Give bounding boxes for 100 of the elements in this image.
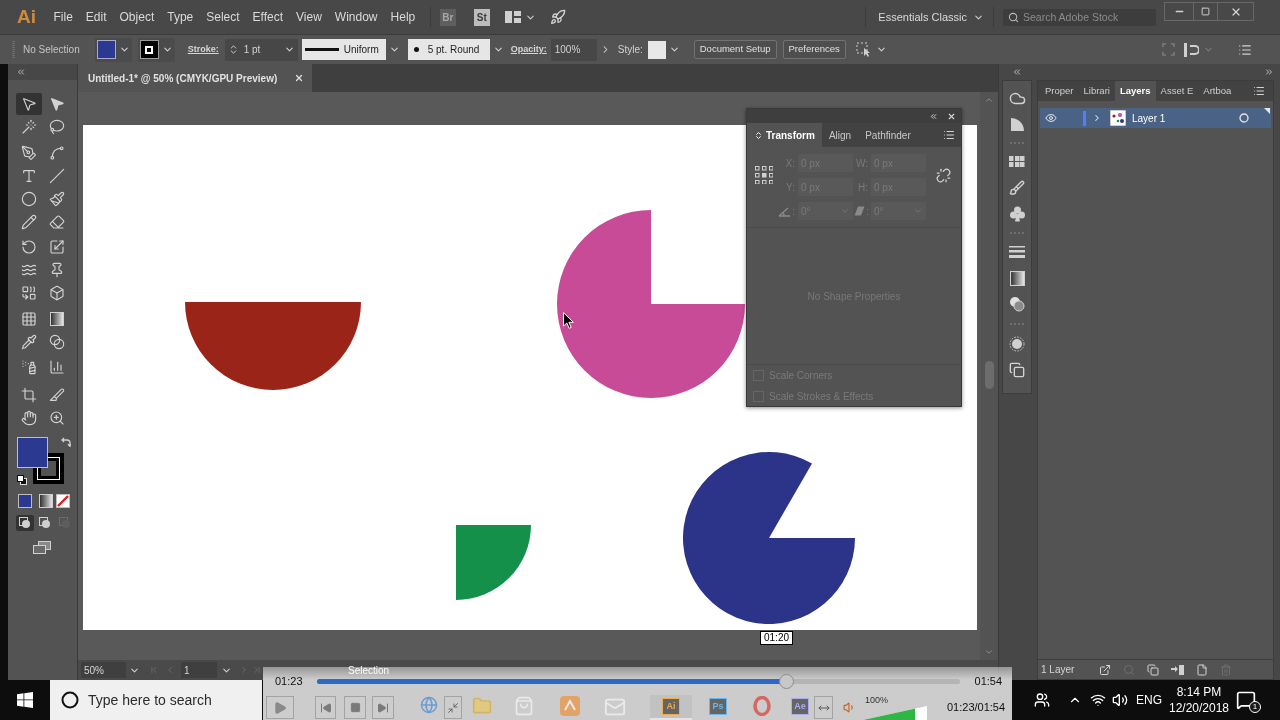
- wifi-icon[interactable]: [1090, 692, 1106, 708]
- chevron-down-icon[interactable]: [118, 44, 130, 55]
- panel-tab[interactable]: Asset E: [1155, 81, 1199, 101]
- panel-tab[interactable]: Librari: [1078, 81, 1115, 101]
- workspace-layout-icon[interactable]: [504, 11, 521, 23]
- close-button[interactable]: [1218, 2, 1254, 21]
- panel-tab[interactable]: Pathfinder: [858, 123, 918, 147]
- quarter-shape-icon[interactable]: [1009, 116, 1025, 132]
- artboard-field[interactable]: 1: [181, 662, 217, 678]
- double-chevron-left-icon[interactable]: [1012, 67, 1022, 77]
- club-icon[interactable]: [1009, 206, 1025, 222]
- stroke-dropdown[interactable]: [137, 37, 175, 62]
- panel-tab[interactable]: Layers: [1114, 81, 1156, 101]
- stacked-squares-icon[interactable]: [1147, 663, 1160, 676]
- toolbar-button[interactable]: Preferences: [782, 40, 846, 59]
- brush-dropdown[interactable]: 5 pt. Round: [407, 39, 490, 60]
- overlapping-circles-icon[interactable]: [1009, 296, 1025, 312]
- stop-button[interactable]: [344, 696, 366, 719]
- swatch-grid-icon[interactable]: [1009, 156, 1025, 168]
- no-color-button[interactable]: [56, 494, 70, 508]
- speaker-icon[interactable]: [843, 701, 856, 714]
- bar-bracket-icon[interactable]: [1184, 42, 1199, 57]
- panel-tab[interactable]: Transform: [747, 123, 822, 147]
- cursor-icon: [563, 312, 574, 329]
- app-switch-button[interactable]: St: [473, 8, 490, 26]
- brush-icon[interactable]: [1009, 180, 1025, 196]
- opacity-link[interactable]: Opacity:: [510, 42, 547, 57]
- fill-dropdown[interactable]: [94, 37, 132, 62]
- double-chevron-left-icon[interactable]: [16, 67, 26, 77]
- panel-menu-icon[interactable]: [1253, 85, 1265, 97]
- menu-item[interactable]: Object: [113, 6, 161, 28]
- zoom-field[interactable]: 50%: [81, 662, 126, 678]
- previous-button[interactable]: [315, 696, 336, 719]
- next-button[interactable]: [372, 696, 394, 719]
- gradient-mode-button[interactable]: [39, 494, 53, 508]
- scrollbar-thumb[interactable]: [984, 361, 994, 389]
- app-tile-icon[interactable]: [560, 696, 580, 716]
- arrow-page-icon[interactable]: [1171, 663, 1185, 676]
- style-swatch-icon[interactable]: [647, 40, 666, 59]
- broken-link-icon[interactable]: [936, 167, 951, 183]
- menu-item[interactable]: Help: [384, 6, 422, 28]
- box-arrow-icon[interactable]: [1099, 663, 1112, 676]
- page-icon[interactable]: [1196, 663, 1209, 676]
- gradient-square-icon[interactable]: [1009, 270, 1025, 286]
- dotted-circle-icon[interactable]: [1009, 336, 1025, 352]
- swap-arrow-icon[interactable]: [61, 437, 71, 447]
- menu-item[interactable]: Window: [328, 6, 385, 28]
- stacked-squares-icon[interactable]: [1009, 362, 1025, 378]
- chevron-down-icon[interactable]: [388, 44, 400, 55]
- menu-item[interactable]: Effect: [246, 6, 290, 28]
- toolbar-button[interactable]: Document Setup: [693, 40, 777, 59]
- tool-button[interactable]: [16, 92, 42, 115]
- menu-item[interactable]: Select: [199, 6, 247, 28]
- maximize-button[interactable]: [1194, 2, 1218, 21]
- reference-point-icon[interactable]: [755, 166, 773, 184]
- volume-icon[interactable]: [1112, 692, 1128, 708]
- chevron-down-icon[interactable]: [668, 44, 680, 55]
- small-ring-icon[interactable]: [1239, 113, 1249, 123]
- taskbar-search-field[interactable]: Type here to search: [50, 680, 262, 720]
- menu-item[interactable]: Edit: [79, 6, 114, 28]
- document-tab[interactable]: Untitled-1* @ 50% (CMYK/GPU Preview): [78, 64, 312, 92]
- workspace-switcher[interactable]: Essentials Classic: [878, 8, 984, 26]
- chevron-down-icon[interactable]: [492, 44, 504, 55]
- rocket-icon[interactable]: [549, 9, 566, 25]
- chevron-down-icon[interactable]: [283, 44, 295, 55]
- double-chevron-left-icon[interactable]: [929, 111, 938, 121]
- fill-swatch[interactable]: [17, 437, 48, 468]
- stroke-lines-icon[interactable]: [1009, 246, 1025, 258]
- stroke-profile-dropdown[interactable]: Uniform: [301, 39, 386, 60]
- close-icon[interactable]: [947, 111, 956, 121]
- stock-search-field[interactable]: Search Adobe Stock: [1003, 8, 1156, 26]
- layer-row[interactable]: Layer 1: [1040, 108, 1271, 128]
- eye-icon[interactable]: [1045, 112, 1057, 124]
- people-icon[interactable]: [1034, 692, 1050, 708]
- close-icon[interactable]: [294, 73, 304, 83]
- panel-tab[interactable]: Proper: [1040, 81, 1079, 101]
- list-menu-icon[interactable]: [1238, 42, 1252, 57]
- clock-date[interactable]: 12/20/2018: [1169, 700, 1230, 716]
- chevron-down-icon[interactable]: [161, 44, 173, 55]
- notification-icon[interactable]: [1236, 690, 1256, 710]
- up-down-chevrons-icon[interactable]: [754, 130, 763, 140]
- chevron-down-icon[interactable]: [875, 44, 887, 55]
- stroke-weight-field[interactable]: 1 pt: [224, 38, 298, 61]
- language-indicator[interactable]: ENG: [1136, 691, 1162, 709]
- opacity-field[interactable]: 100%: [550, 38, 597, 61]
- small-squares-icon[interactable]: [17, 475, 27, 485]
- stroke-link[interactable]: Stroke:: [187, 42, 219, 57]
- panel-tab[interactable]: Align: [821, 123, 859, 147]
- menu-item[interactable]: File: [47, 6, 80, 28]
- panel-menu-icon[interactable]: [943, 129, 955, 141]
- double-chevron-right-icon[interactable]: [1264, 67, 1274, 77]
- color-mode-button[interactable]: [18, 494, 32, 508]
- screen-mode-button[interactable]: [32, 540, 52, 555]
- clock-time[interactable]: 8:14 PM: [1176, 684, 1222, 700]
- chevron-right-icon[interactable]: [1092, 113, 1102, 123]
- draw-mode-button[interactable]: [16, 515, 34, 531]
- menu-item[interactable]: View: [289, 6, 329, 28]
- progress-thumb[interactable]: [778, 673, 794, 689]
- menu-item[interactable]: Type: [160, 6, 200, 28]
- panel-tab[interactable]: Artboa: [1198, 81, 1237, 101]
